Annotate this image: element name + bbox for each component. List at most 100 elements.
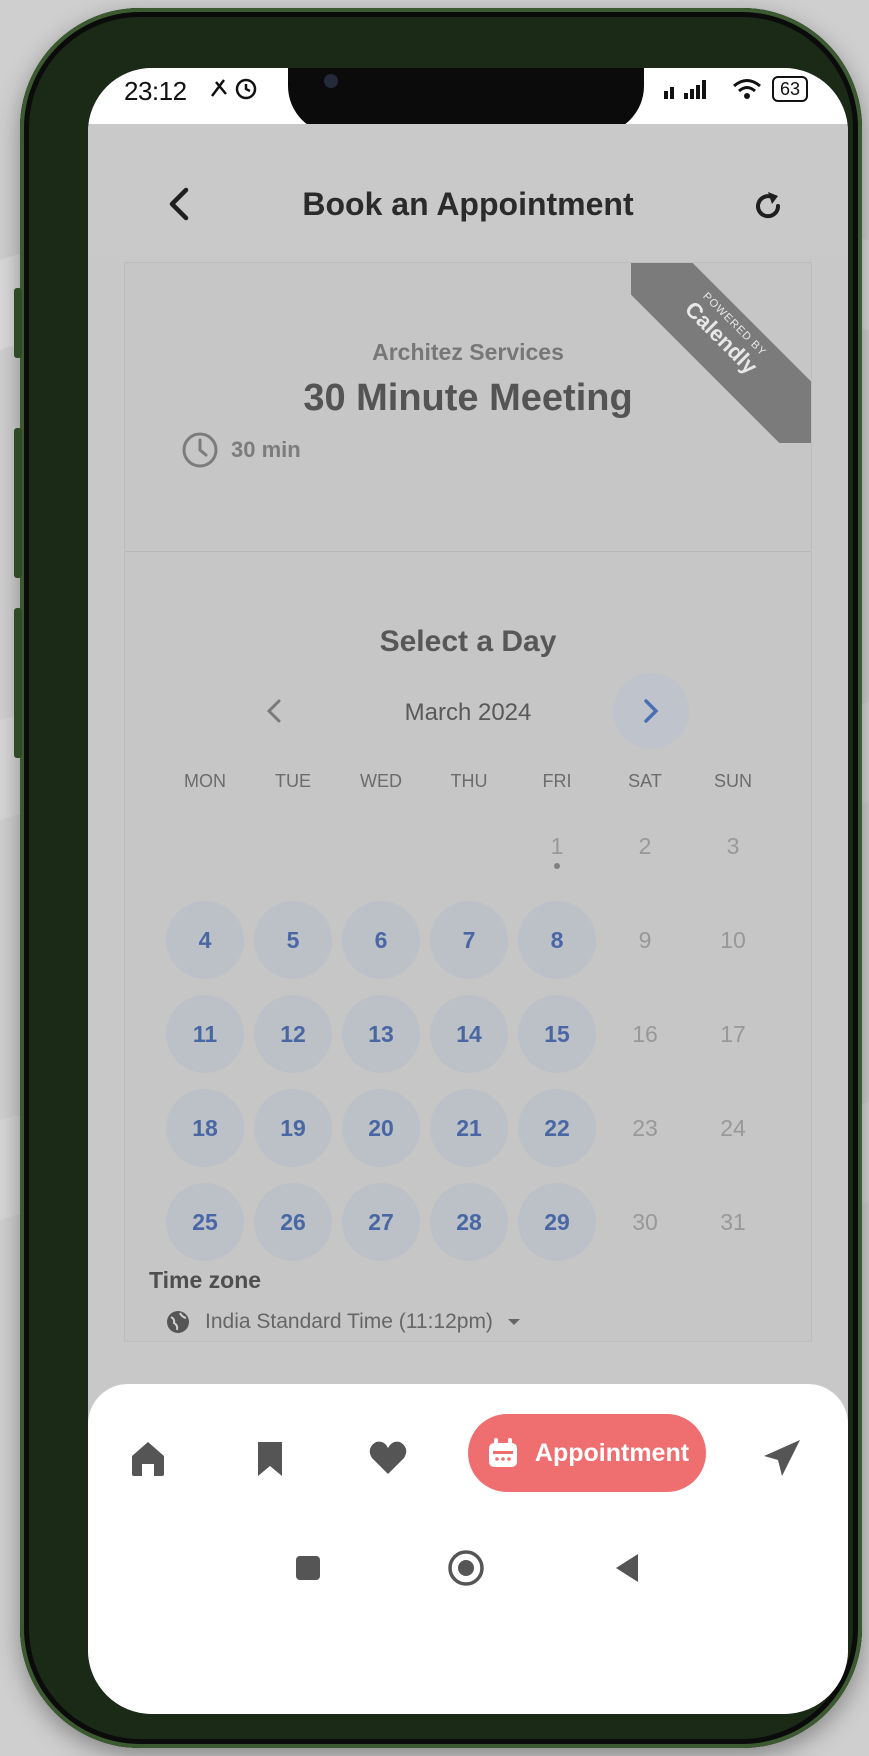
wifi-icon bbox=[733, 79, 761, 99]
calendar-day: 1 bbox=[513, 799, 601, 893]
phone-frame: 23:12 63 Book an Appointment POWERED BY … bbox=[14, 8, 862, 1748]
calendar-day[interactable]: 7 bbox=[425, 893, 513, 987]
calendar-day-number: 12 bbox=[280, 1020, 306, 1047]
calendar-day-number: 8 bbox=[550, 926, 564, 953]
calendar-day[interactable]: 15 bbox=[513, 987, 601, 1081]
weekday-label: TUE bbox=[275, 771, 311, 791]
recent-apps-icon[interactable] bbox=[288, 1548, 328, 1588]
calendar-day[interactable]: 13 bbox=[337, 987, 425, 1081]
booking-card: POWERED BY Calendly Architez Services 30… bbox=[124, 262, 812, 1342]
clock-icon bbox=[182, 432, 218, 468]
calendar-day[interactable]: 22 bbox=[513, 1081, 601, 1175]
select-day-heading: Select a Day bbox=[379, 625, 557, 658]
calendar-day-number: 30 bbox=[632, 1208, 658, 1235]
today-indicator bbox=[554, 863, 560, 869]
appointment-nav-button[interactable]: Appointment bbox=[468, 1414, 706, 1492]
calendar-day[interactable]: 18 bbox=[161, 1081, 249, 1175]
calendar-day-number: 4 bbox=[198, 926, 212, 953]
home-icon[interactable] bbox=[126, 1436, 170, 1480]
front-camera bbox=[324, 74, 338, 88]
calendar-day-number: 15 bbox=[544, 1020, 570, 1047]
app-header: Book an Appointment bbox=[88, 124, 848, 256]
calendar-day: 24 bbox=[689, 1081, 777, 1175]
calendar-day-empty bbox=[249, 799, 337, 893]
calendar-day[interactable]: 5 bbox=[249, 893, 337, 987]
calendar-day-number: 11 bbox=[192, 1020, 218, 1047]
timezone-value: India Standard Time (11:12pm) bbox=[205, 1310, 493, 1333]
calendar-day: 3 bbox=[689, 799, 777, 893]
event-duration: 30 min bbox=[181, 431, 301, 469]
globe-icon bbox=[167, 1311, 189, 1333]
calendar-day: 2 bbox=[601, 799, 689, 893]
month-label: March 2024 bbox=[404, 699, 532, 726]
home-button-icon[interactable] bbox=[446, 1548, 486, 1588]
calendar-day-number: 23 bbox=[632, 1114, 658, 1141]
calendar-day-number: 10 bbox=[720, 926, 746, 953]
calendar-day[interactable]: 4 bbox=[161, 893, 249, 987]
calendar-day[interactable]: 21 bbox=[425, 1081, 513, 1175]
calendar-day[interactable]: 19 bbox=[249, 1081, 337, 1175]
status-right: 63 bbox=[662, 76, 808, 102]
calendar-day[interactable]: 8 bbox=[513, 893, 601, 987]
calendar-day: 30 bbox=[601, 1175, 689, 1269]
calendar-day-number: 31 bbox=[720, 1208, 746, 1235]
calendar-day-number: 2 bbox=[638, 832, 652, 859]
weekday-label: WED bbox=[360, 771, 402, 791]
notification-icons bbox=[206, 74, 276, 109]
calendar-day[interactable]: 25 bbox=[161, 1175, 249, 1269]
duration-label: 30 min bbox=[231, 437, 301, 462]
calendar-day-empty bbox=[161, 799, 249, 893]
calendar-day[interactable]: 29 bbox=[513, 1175, 601, 1269]
refresh-icon[interactable] bbox=[748, 186, 788, 226]
calendar-day-number: 17 bbox=[720, 1020, 746, 1047]
chevron-right-icon bbox=[644, 699, 659, 723]
weekday-header: MON TUE WED THU FRI SAT SUN bbox=[161, 771, 777, 792]
calendar-day[interactable]: 26 bbox=[249, 1175, 337, 1269]
bookmark-icon[interactable] bbox=[248, 1436, 292, 1480]
weekday-label: SAT bbox=[628, 771, 662, 791]
page-title: Book an Appointment bbox=[302, 186, 634, 222]
timezone-selector[interactable]: India Standard Time (11:12pm) bbox=[165, 1309, 521, 1335]
event-title: 30 Minute Meeting bbox=[303, 377, 633, 419]
caret-down-icon bbox=[507, 1319, 520, 1325]
next-month-button[interactable] bbox=[613, 673, 689, 749]
appointment-label: Appointment bbox=[534, 1438, 690, 1467]
calendar-day-number: 7 bbox=[462, 926, 476, 953]
alarm-icon bbox=[211, 78, 257, 100]
calendar-day: 9 bbox=[601, 893, 689, 987]
weekday-label: MON bbox=[184, 771, 226, 791]
weekday-label: FRI bbox=[542, 771, 572, 791]
calendar-day-number: 24 bbox=[720, 1114, 746, 1141]
calendar-icon bbox=[488, 1438, 517, 1467]
signal-icon bbox=[663, 80, 706, 99]
status-time: 23:12 bbox=[124, 76, 187, 106]
calendar-day[interactable]: 14 bbox=[425, 987, 513, 1081]
calendar-day[interactable]: 11 bbox=[161, 987, 249, 1081]
month-navigator: March 2024 bbox=[125, 673, 811, 753]
calendar-day[interactable]: 27 bbox=[337, 1175, 425, 1269]
calendar-day-number: 14 bbox=[456, 1020, 482, 1047]
calendar-day-number: 20 bbox=[368, 1114, 394, 1141]
calendar-day: 16 bbox=[601, 987, 689, 1081]
calendar-day-number: 22 bbox=[544, 1114, 570, 1141]
calendar-day[interactable]: 12 bbox=[249, 987, 337, 1081]
timezone-label: Time zone bbox=[149, 1267, 262, 1293]
heart-icon[interactable] bbox=[366, 1436, 410, 1480]
back-button-icon[interactable] bbox=[608, 1548, 648, 1588]
volume-down-button bbox=[14, 608, 22, 758]
calendar-day-number: 6 bbox=[374, 926, 388, 953]
mute-switch bbox=[14, 288, 22, 358]
calendar-day[interactable]: 20 bbox=[337, 1081, 425, 1175]
calendar-day: 10 bbox=[689, 893, 777, 987]
calendar-day-number: 19 bbox=[280, 1114, 306, 1141]
calendar-day: 31 bbox=[689, 1175, 777, 1269]
calendar-day[interactable]: 6 bbox=[337, 893, 425, 987]
calendar-day[interactable]: 28 bbox=[425, 1175, 513, 1269]
divider bbox=[125, 551, 811, 552]
send-icon[interactable] bbox=[760, 1436, 804, 1480]
calendar-day-number: 13 bbox=[368, 1020, 394, 1047]
screen: 23:12 63 Book an Appointment POWERED BY … bbox=[88, 68, 848, 1714]
weekday-label: SUN bbox=[713, 771, 752, 791]
calendar-day: 17 bbox=[689, 987, 777, 1081]
bottom-navigation: Appointment bbox=[88, 1384, 848, 1714]
